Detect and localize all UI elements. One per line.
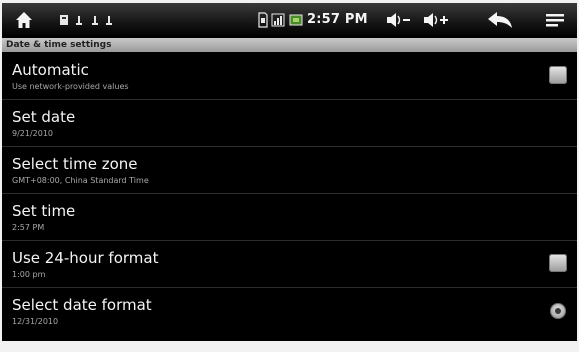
status-bar: 2:57 PM (2, 3, 577, 37)
setting-title: Automatic (12, 61, 89, 79)
setting-summary: Use network-provided values (12, 82, 129, 91)
notification-icons[interactable] (57, 10, 117, 30)
setting-set-time[interactable]: Set time 2:57 PM (2, 194, 577, 241)
settings-list: Automatic Use network-provided values Se… (2, 53, 577, 335)
volume-down-icon[interactable] (385, 10, 411, 30)
setting-summary: GMT+08:00, China Standard Time (12, 176, 149, 185)
setting-date-format[interactable]: Select date format 12/31/2010 (2, 288, 577, 335)
automatic-checkbox[interactable] (549, 66, 567, 84)
sd-card-icon (257, 10, 269, 30)
setting-set-date[interactable]: Set date 9/21/2010 (2, 100, 577, 147)
page-title: Date & time settings (2, 38, 577, 52)
setting-title: Select date format (12, 296, 152, 314)
menu-icon[interactable] (545, 10, 565, 30)
setting-title: Select time zone (12, 155, 138, 173)
setting-summary: 2:57 PM (12, 223, 45, 232)
setting-summary: 12/31/2010 (12, 317, 59, 326)
status-time: 2:57 PM (307, 12, 368, 27)
setting-summary: 9/21/2010 (12, 129, 54, 138)
setting-summary: 1:00 pm (12, 270, 46, 279)
back-icon[interactable] (486, 10, 514, 30)
device-screen: 2:57 PM Date & time settings Automatic U… (2, 3, 577, 341)
home-icon[interactable] (14, 10, 34, 30)
signal-icon (271, 10, 285, 30)
dropdown-indicator-icon[interactable] (550, 303, 566, 319)
setting-time-zone[interactable]: Select time zone GMT+08:00, China Standa… (2, 147, 577, 194)
setting-title: Set time (12, 202, 76, 220)
battery-icon (289, 10, 303, 30)
24-hour-checkbox[interactable] (549, 254, 567, 272)
volume-up-icon[interactable] (422, 10, 450, 30)
setting-24-hour[interactable]: Use 24-hour format 1:00 pm (2, 241, 577, 288)
setting-title: Set date (12, 108, 76, 126)
setting-automatic[interactable]: Automatic Use network-provided values (2, 53, 577, 100)
setting-title: Use 24-hour format (12, 249, 159, 267)
